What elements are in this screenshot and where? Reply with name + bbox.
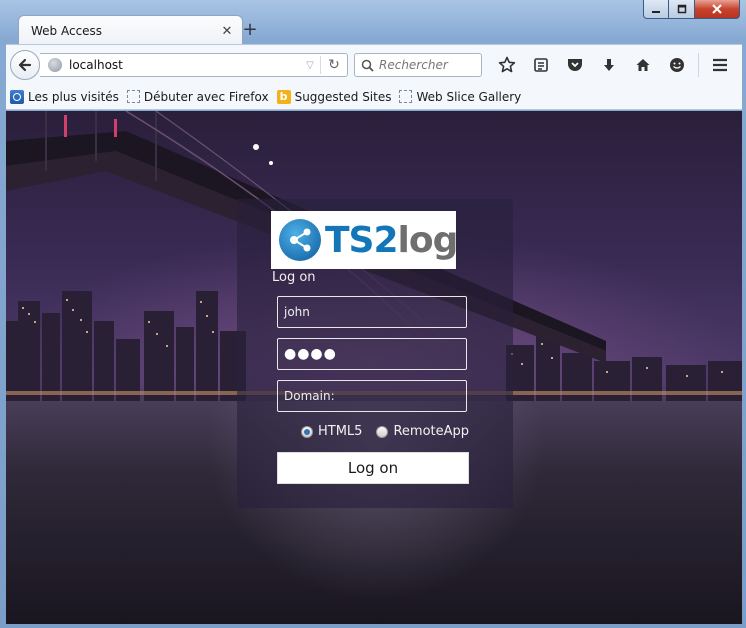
tab-strip: Web Access ✕ +: [8, 13, 728, 46]
logon-button[interactable]: Log on: [277, 452, 469, 484]
home-button[interactable]: [626, 51, 660, 79]
login-panel: TS2log Log on john ●●●● Domain: HTML5 Re…: [237, 199, 513, 508]
toolbar-separator: [698, 53, 699, 77]
html5-radio[interactable]: [301, 425, 313, 438]
url-text[interactable]: localhost: [69, 58, 300, 72]
back-button[interactable]: [10, 50, 40, 80]
remoteapp-label[interactable]: RemoteApp: [393, 424, 469, 439]
tab-web-access[interactable]: Web Access ✕: [18, 15, 243, 46]
tab-title: Web Access: [31, 24, 103, 38]
bookmark-suggested-sites[interactable]: b Suggested Sites: [276, 89, 392, 104]
remoteapp-radio[interactable]: [376, 425, 389, 438]
bookmark-label: Web Slice Gallery: [416, 89, 522, 104]
hamburger-menu-icon: [713, 58, 727, 72]
logo-wordmark: TS2log: [325, 219, 458, 261]
toolbar-icons: [490, 51, 737, 79]
navigation-toolbar: localhost ▽ ↻ Rechercher: [6, 44, 742, 84]
page-content: TS2log Log on john ●●●● Domain: HTML5 Re…: [6, 111, 742, 624]
hello-button[interactable]: [660, 51, 694, 79]
new-tab-icon[interactable]: +: [241, 19, 259, 40]
bookmark-placeholder-icon: [126, 90, 140, 103]
bookmarks-menu-button[interactable]: [524, 51, 558, 79]
bookmarks-list-icon: [534, 58, 548, 72]
share-network-icon: [279, 219, 321, 261]
bookmark-star-button[interactable]: [490, 51, 524, 79]
mode-selector: HTML5 RemoteApp: [301, 424, 483, 439]
downloads-button[interactable]: [592, 51, 626, 79]
ts2log-logo: TS2log: [271, 211, 458, 269]
reload-icon[interactable]: ↻: [321, 57, 347, 73]
tab-close-icon[interactable]: ✕: [220, 24, 234, 39]
search-icon: [361, 59, 374, 72]
pocket-button[interactable]: [558, 51, 592, 79]
search-bar[interactable]: Rechercher: [354, 53, 482, 77]
browser-window: Web Access ✕ + localhost ▽ ↻ Rechercher: [0, 0, 746, 628]
download-arrow-icon: [604, 59, 614, 71]
bookmark-label: Les plus visités: [28, 89, 119, 104]
html5-label[interactable]: HTML5: [318, 424, 362, 439]
login-title: Log on: [272, 270, 316, 285]
bookmark-web-slice-gallery[interactable]: Web Slice Gallery: [399, 90, 521, 104]
password-mask: ●●●●: [284, 346, 337, 362]
bookmark-label: Suggested Sites: [294, 89, 392, 104]
username-input[interactable]: john: [277, 296, 467, 328]
star-icon: [498, 56, 516, 73]
search-placeholder: Rechercher: [379, 58, 448, 72]
domain-input[interactable]: Domain:: [277, 380, 467, 412]
home-icon: [636, 59, 650, 71]
bookmark-les-plus-visites[interactable]: Les plus visités: [10, 89, 119, 104]
password-input[interactable]: ●●●●: [277, 338, 467, 370]
bookmark-page-icon: [10, 89, 24, 104]
site-identity-icon[interactable]: [48, 58, 62, 72]
bookmark-debuter-avec-firefox[interactable]: Débuter avec Firefox: [126, 89, 269, 104]
url-bar[interactable]: localhost ▽ ↻: [40, 53, 348, 77]
back-arrow-icon: [18, 58, 32, 72]
bookmark-placeholder-icon: [399, 90, 413, 103]
url-history-dropdown-icon[interactable]: ▽: [300, 60, 320, 71]
pocket-icon: [568, 59, 582, 71]
chat-smiley-icon: [670, 58, 684, 72]
bing-icon: b: [276, 89, 291, 104]
bookmarks-toolbar: Les plus visités Débuter avec Firefox b …: [6, 84, 742, 110]
bookmark-label: Débuter avec Firefox: [143, 89, 269, 104]
open-menu-button[interactable]: [703, 51, 737, 79]
